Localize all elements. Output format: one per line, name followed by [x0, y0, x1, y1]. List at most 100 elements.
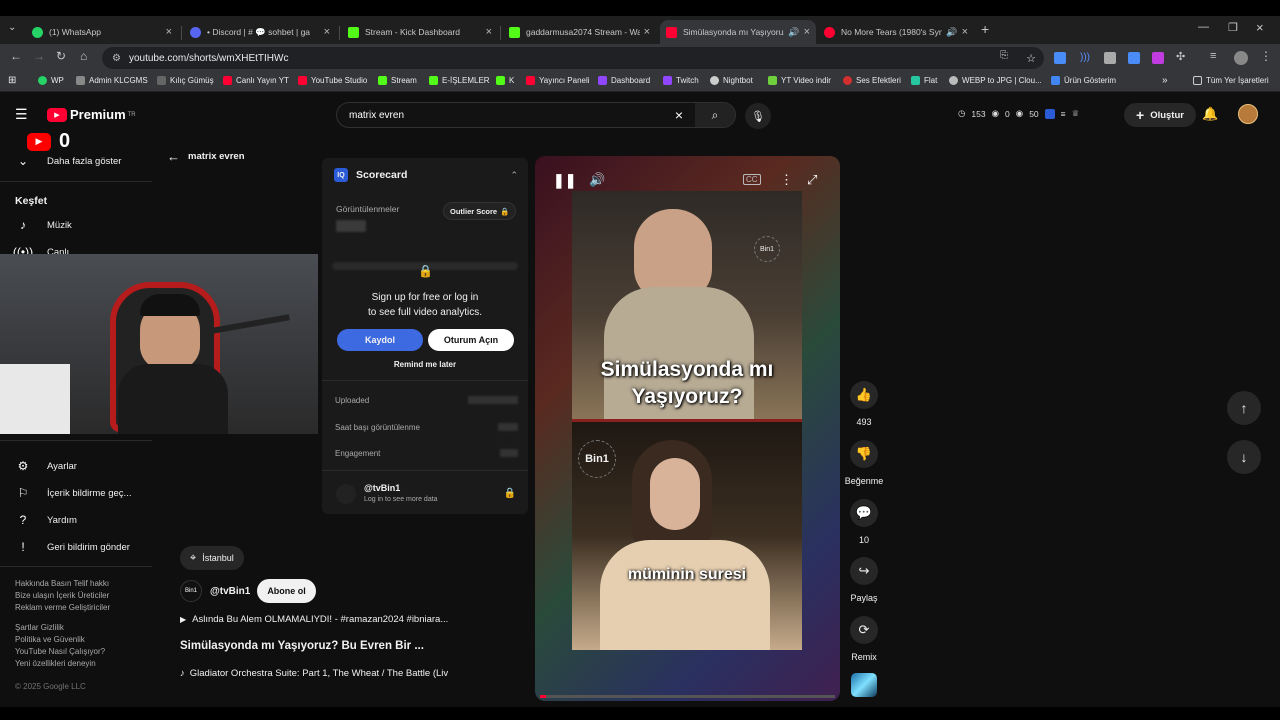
scorecard-header[interactable]: IQ Scorecard [334, 168, 407, 182]
bookmark-item[interactable]: Dashboard [598, 76, 650, 85]
minimize-icon[interactable]: — [1198, 21, 1209, 33]
remind-later-link[interactable]: Remind me later [322, 360, 528, 369]
bookmark-item[interactable]: Ürün Gösterim [1051, 76, 1116, 85]
description-line[interactable]: ▶ Aslında Bu Alem OLMAMALIYDI! - #ramazan… [180, 614, 448, 625]
bookmark-item[interactable]: WEBP to JPG | Clou... [949, 76, 1042, 85]
notifications-bell-icon[interactable]: 🔔 [1202, 106, 1218, 122]
browser-tab-kick-dashboard[interactable]: Stream - Kick Dashboard × [342, 20, 498, 44]
bookmark-item[interactable]: E-İŞLEMLER [429, 76, 490, 85]
location-chip[interactable]: ⌖ İstanbul [180, 546, 244, 570]
youtube-premium-logo[interactable]: ▶ Premium TR [47, 107, 136, 122]
site-info-icon[interactable]: ⚙ [112, 53, 121, 64]
bookmark-star-icon[interactable]: ☆ [1026, 52, 1036, 65]
collapse-chevron-icon[interactable]: ⌃ [510, 170, 518, 181]
new-tab-icon[interactable]: + [981, 21, 989, 37]
account-avatar[interactable] [1238, 104, 1258, 124]
bookmark-item[interactable]: YT Video indir [768, 76, 831, 85]
dislike-button[interactable]: 👎 Beğenme [844, 440, 884, 486]
camera-extension-icon[interactable] [1104, 52, 1116, 64]
download-extension-icon[interactable] [1128, 52, 1140, 64]
close-tab-icon[interactable]: × [486, 26, 492, 38]
footer-links[interactable]: Şartlar Gizlilik [15, 622, 64, 634]
profile-avatar-icon[interactable] [1234, 51, 1248, 65]
next-short-down-arrow-icon[interactable]: ↓ [1227, 440, 1261, 474]
restore-icon[interactable]: ❐ [1228, 21, 1238, 34]
comments-button[interactable]: 💬 10 [844, 499, 884, 545]
bookmark-item[interactable]: Admin KLCGMS [76, 76, 148, 85]
close-tab-icon[interactable]: × [804, 26, 810, 38]
reload-icon[interactable]: ↻ [56, 49, 66, 63]
apps-grid-icon[interactable]: ⊞ [8, 75, 16, 86]
speaker-icon[interactable]: 🔊 [788, 27, 799, 38]
speaker-icon[interactable]: 🔊 [946, 27, 957, 38]
browser-tab-youtube-music[interactable]: No More Tears (1980's Synt 🔊 × [818, 20, 974, 44]
sidebar-item-music[interactable]: ♪ Müzik [15, 217, 72, 233]
omnibox[interactable]: ⚙ youtube.com/shorts/wmXHEtTIHWc ☆ [102, 47, 1044, 69]
footer-links[interactable]: Hakkında Basın Telif hakkı [15, 578, 109, 590]
bookmark-item[interactable]: Nightbot [710, 76, 753, 85]
outlier-score-chip[interactable]: Outlier Score 🔒 [443, 202, 517, 220]
microphone-icon[interactable]: 🎙 [745, 103, 771, 129]
footer-links[interactable]: YouTube Nasıl Çalışıyor? [15, 646, 105, 658]
close-tab-icon[interactable]: × [962, 26, 968, 38]
all-bookmarks-folder[interactable]: Tüm Yer İşaretleri [1193, 76, 1269, 85]
home-icon[interactable]: ⌂ [80, 49, 87, 63]
extensions-puzzle-icon[interactable]: ✣ [1176, 50, 1185, 63]
browser-tab-whatsapp[interactable]: (1) WhatsApp × [26, 20, 178, 44]
back-icon[interactable]: ← [10, 49, 22, 63]
bookmark-item[interactable]: WP [38, 76, 64, 85]
bookmark-item[interactable]: Kılıç Gümüş [157, 76, 214, 85]
sound-thumbnail[interactable] [851, 673, 877, 697]
scorecard-channel-handle[interactable]: @tvBin1 [364, 483, 400, 493]
bookmark-item[interactable]: Yayıncı Paneli [526, 76, 590, 85]
music-line[interactable]: ♪ Gladiator Orchestra Suite: Part 1, The … [180, 668, 448, 679]
captions-icon[interactable]: CC [743, 174, 761, 185]
previous-short-up-arrow-icon[interactable]: ↑ [1227, 391, 1261, 425]
bookmark-item[interactable]: Flat [911, 76, 937, 85]
sidebar-item-report-history[interactable]: ⚐ İçerik bildirme geç... [15, 485, 132, 501]
bookmark-item[interactable]: Canlı Yayın YT [223, 76, 289, 85]
close-tab-icon[interactable]: × [166, 26, 172, 38]
search-input[interactable]: matrix evren [349, 110, 404, 121]
like-button[interactable]: 👍 493 [844, 381, 884, 427]
back-to-search[interactable]: ← matrix evren [167, 149, 245, 164]
bookmark-item[interactable]: Stream [378, 76, 417, 85]
bookmark-item[interactable]: K [496, 76, 514, 85]
window-close-icon[interactable]: × [1256, 20, 1264, 35]
channel-avatar[interactable]: Bin1 [180, 580, 202, 602]
forward-icon[interactable]: → [33, 49, 45, 63]
more-options-icon[interactable]: ⋮ [780, 172, 793, 188]
remix-button[interactable]: ⟳ Remix [844, 616, 884, 662]
progress-track[interactable] [540, 695, 835, 698]
channel-name[interactable]: @tvBin1 [210, 586, 250, 597]
hamburger-menu-icon[interactable]: ☰ [15, 106, 28, 123]
sidebar-item-feedback[interactable]: ! Geri bildirim gönder [15, 539, 130, 555]
close-tab-icon[interactable]: × [324, 26, 330, 38]
browser-tab-kick-stream[interactable]: gaddarmusa2074 Stream - Wat × [503, 20, 656, 44]
footer-links[interactable]: Politika ve Güvenlik [15, 634, 85, 646]
tab-search-icon[interactable]: ⌄ [8, 22, 16, 33]
browser-tab-discord[interactable]: • Discord | # 💬 sohbet | ga × [184, 20, 336, 44]
volume-icon[interactable]: 🔊 [589, 172, 605, 188]
footer-links[interactable]: Bize ulaşın İçerik Üreticiler [15, 590, 109, 602]
pause-icon[interactable]: ❚❚ [553, 172, 576, 189]
media-control-icon[interactable]: ≡ [1210, 50, 1216, 62]
search-box[interactable]: matrix evren × ⌕ [336, 102, 736, 128]
purple-extension-icon[interactable] [1152, 52, 1164, 64]
fullscreen-icon[interactable]: ⤢ [807, 172, 817, 188]
shorts-player[interactable]: Bin1 Simülasyonda mı Yaşıyoruz? Bin1 müm… [535, 156, 840, 701]
browser-tab-youtube-active[interactable]: Simülasyonda mı Yaşıyoruz 🔊 × [660, 20, 816, 44]
signup-button[interactable]: Kaydol [337, 329, 423, 351]
bookmark-item[interactable]: YouTube Studio [298, 76, 367, 85]
extension-icon[interactable]: ))) [1080, 52, 1092, 64]
sidebar-item-settings[interactable]: ⚙ Ayarlar [15, 458, 77, 474]
translate-extension-icon[interactable] [1054, 52, 1066, 64]
bookmark-item[interactable]: Ses Efektleri [843, 76, 901, 85]
search-icon[interactable]: ⌕ [695, 103, 735, 127]
create-button[interactable]: + Oluştur [1124, 103, 1196, 127]
video-title[interactable]: Simülasyonda mı Yaşıyoruz? Bu Evren Bir … [180, 640, 424, 652]
share-button[interactable]: ↪ Paylaş [844, 557, 884, 603]
clear-search-icon[interactable]: × [675, 107, 683, 123]
sidebar-show-more[interactable]: ⌄ Daha fazla göster [15, 153, 122, 169]
footer-links[interactable]: Reklam verme Geliştiriciler [15, 602, 110, 614]
